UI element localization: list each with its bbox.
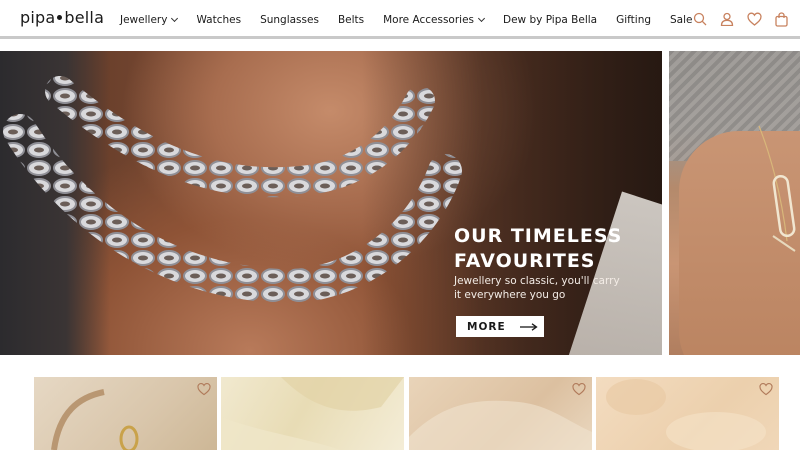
nav-item-belts[interactable]: Belts (338, 14, 364, 26)
heart-outline-icon[interactable] (759, 382, 773, 396)
hero-banner[interactable]: OUR TIMELESS FAVOURITES Jewellery so cla… (0, 51, 662, 355)
nav-item-jewellery[interactable]: Jewellery (120, 13, 179, 26)
nav-item-more-accessories[interactable]: More Accessories (383, 13, 486, 26)
product-card[interactable] (596, 377, 779, 450)
product-card[interactable] (34, 377, 217, 450)
chevron-down-icon (477, 14, 486, 22)
nav-item-dew-by-pipa-bella[interactable]: Dew by Pipa Bella (503, 14, 597, 26)
search-icon[interactable] (691, 10, 709, 28)
logo-text-bella: bella (64, 8, 105, 27)
arrow-right-icon (519, 322, 538, 331)
main-nav: Jewellery Watches Sunglasses Belts More … (120, 0, 712, 39)
hero-title-line: FAVOURITES (454, 250, 596, 272)
product-image (221, 377, 404, 450)
hero-subtitle: Jewellery so classic, you'll carry it ev… (454, 274, 644, 302)
nav-label: Jewellery (120, 13, 168, 26)
next-slide-preview[interactable] (669, 51, 800, 355)
site-header: pipa bella Jewellery Watches Sunglasses B… (0, 0, 800, 39)
nav-item-watches[interactable]: Watches (196, 14, 241, 26)
logo-dot (57, 14, 63, 20)
nav-item-gifting[interactable]: Gifting (616, 14, 651, 26)
product-image (606, 379, 766, 450)
bag-icon[interactable] (772, 10, 790, 28)
nav-label: Watches (196, 13, 242, 26)
product-image (409, 400, 592, 450)
product-image (51, 389, 139, 450)
wishlist-icon[interactable] (745, 10, 763, 28)
nav-label: More Accessories (383, 13, 475, 26)
pipa-bella-logo[interactable]: pipa bella (20, 8, 104, 27)
product-card[interactable] (409, 377, 592, 450)
more-button-label: MORE (467, 320, 506, 333)
hero-title-line: OUR TIMELESS (454, 225, 623, 247)
nav-label: Gifting (616, 13, 652, 26)
nav-item-sunglasses[interactable]: Sunglasses (260, 14, 319, 26)
chevron-down-icon (171, 14, 179, 22)
chain-necklace-image (3, 76, 462, 304)
nav-label: Belts (337, 13, 365, 26)
product-card[interactable] (221, 377, 404, 450)
heart-outline-icon[interactable] (197, 382, 211, 396)
logo-text-pipa: pipa (20, 8, 56, 27)
account-icon[interactable] (718, 10, 736, 28)
header-icons (682, 10, 790, 28)
bracelet-image (758, 125, 796, 252)
product-grid (34, 377, 780, 450)
hero-title: OUR TIMELESS FAVOURITES (454, 224, 654, 274)
nav-label: Dew by Pipa Bella (503, 13, 598, 26)
heart-outline-icon[interactable] (572, 382, 586, 396)
nav-label: Sunglasses (260, 13, 319, 26)
hero-subtitle-line: Jewellery so classic, you'll carry (454, 275, 620, 287)
more-button[interactable]: MORE (456, 316, 544, 337)
hero-subtitle-line: it everywhere you go (454, 289, 566, 301)
